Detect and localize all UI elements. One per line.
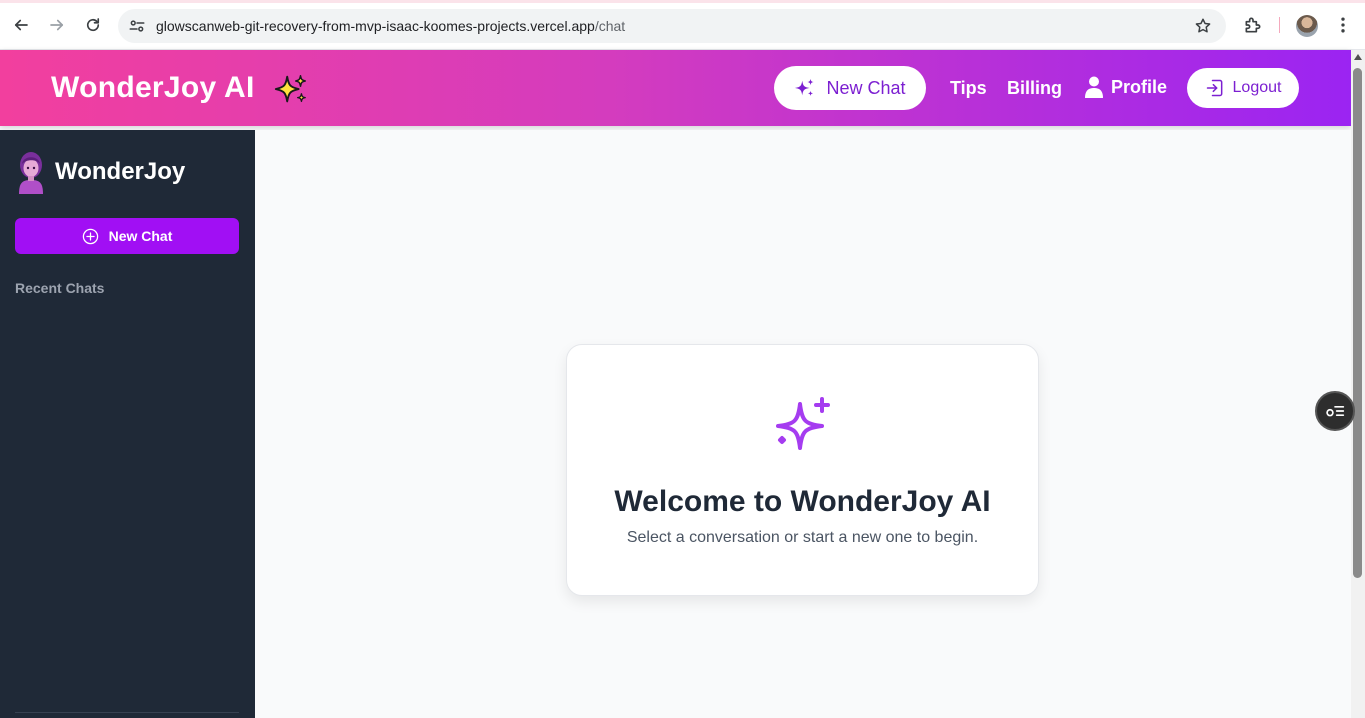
browser-toolbar: glowscanweb-git-recovery-from-mvp-isaac-… — [0, 0, 1365, 50]
header-new-chat-button[interactable]: New Chat — [774, 66, 926, 110]
address-bar[interactable]: glowscanweb-git-recovery-from-mvp-isaac-… — [118, 9, 1226, 43]
nav-billing-link[interactable]: Billing — [1007, 78, 1062, 99]
sidebar-new-chat-button[interactable]: New Chat — [15, 218, 239, 254]
sidebar: WonderJoy New Chat Recent Chats — [0, 130, 255, 718]
user-icon — [1085, 76, 1103, 98]
back-icon[interactable] — [9, 13, 33, 37]
brand-logo-text[interactable]: WonderJoy AI — [51, 71, 255, 105]
scrollbar[interactable] — [1351, 50, 1365, 718]
forward-icon[interactable] — [45, 13, 69, 37]
welcome-title: Welcome to WonderJoy AI — [614, 485, 991, 518]
app-header: WonderJoy AI New Chat Tips Billing Profi… — [0, 50, 1351, 126]
list-icon — [1326, 406, 1345, 417]
extensions-icon[interactable] — [1243, 15, 1263, 35]
sidebar-new-chat-label: New Chat — [108, 228, 173, 244]
sparkles-icon — [776, 397, 830, 450]
reload-icon[interactable] — [81, 13, 105, 37]
scroll-thumb[interactable] — [1353, 68, 1362, 578]
url-text: glowscanweb-git-recovery-from-mvp-isaac-… — [156, 18, 626, 34]
logout-icon — [1206, 79, 1222, 97]
sidebar-divider — [15, 712, 239, 713]
bookmark-star-icon[interactable] — [1194, 17, 1212, 35]
toolbar-divider — [1279, 17, 1280, 33]
welcome-subtitle: Select a conversation or start a new one… — [626, 529, 979, 546]
plus-circle-icon — [82, 228, 98, 244]
main-content: Welcome to WonderJoy AI Select a convers… — [255, 130, 1351, 718]
logout-button[interactable]: Logout — [1187, 68, 1299, 108]
welcome-card: Welcome to WonderJoy AI Select a convers… — [566, 344, 1039, 596]
nav-profile-link[interactable]: Profile — [1085, 76, 1167, 98]
logout-label: Logout — [1232, 79, 1282, 96]
profile-label: Profile — [1111, 76, 1168, 97]
recent-chats-heading: Recent Chats — [15, 280, 105, 296]
sparkles-icon — [795, 78, 815, 96]
sparkles-icon — [274, 74, 307, 103]
sidebar-title: WonderJoy — [55, 158, 186, 185]
menu-dots-icon[interactable] — [1333, 15, 1353, 35]
floating-widget-button[interactable] — [1315, 391, 1355, 431]
nav-tips-link[interactable]: Tips — [950, 78, 987, 99]
avatar — [14, 150, 48, 194]
scroll-up-arrow-icon[interactable] — [1354, 54, 1362, 60]
header-new-chat-label: New Chat — [826, 77, 906, 98]
tab-strip — [0, 0, 1365, 3]
site-info-icon[interactable] — [128, 17, 146, 35]
profile-avatar[interactable] — [1296, 15, 1318, 37]
